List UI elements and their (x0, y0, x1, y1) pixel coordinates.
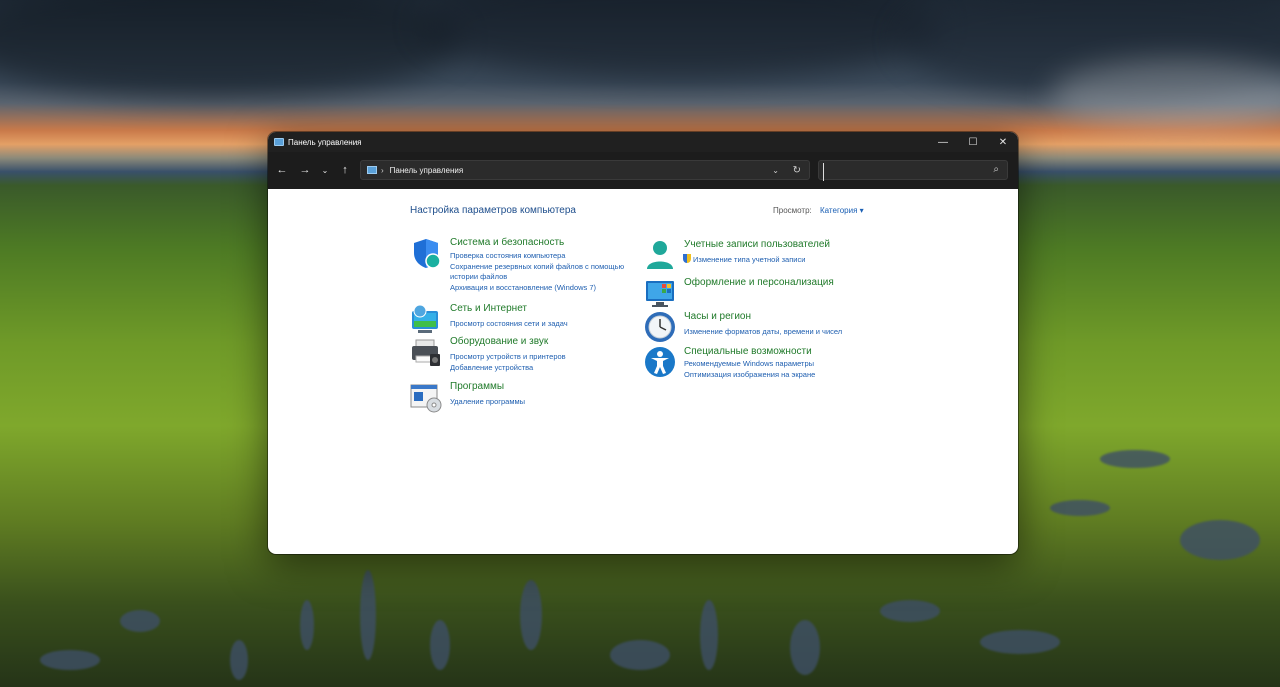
category-link[interactable]: Рекомендуемые Windows параметры (684, 359, 814, 368)
category-title[interactable]: Специальные возможности (684, 346, 812, 357)
breadcrumb-separator: › (381, 165, 384, 175)
title-bar[interactable]: Панель управления — ☐ ✕ (268, 132, 1018, 152)
back-arrow-icon[interactable]: ← (274, 162, 290, 178)
category-title[interactable]: Сеть и Интернет (450, 303, 527, 314)
category-link[interactable]: истории файлов (450, 272, 507, 281)
printer-icon (412, 339, 440, 366)
control-panel-icon (367, 166, 377, 174)
search-input[interactable] (823, 162, 992, 181)
refresh-icon[interactable]: ↻ (793, 165, 801, 176)
search-icon[interactable]: ⌕ (993, 164, 999, 175)
minimize-button[interactable]: — (928, 132, 958, 152)
navigation-toolbar: ← → ⌄ ↑ › Панель управления ⌄ ↻ ⌕ (268, 152, 1018, 189)
category-link[interactable]: Изменение форматов даты, времени и чисел (684, 327, 842, 336)
category-link[interactable]: Архивация и восстановление (Windows 7) (450, 283, 596, 292)
control-panel-icon (274, 138, 284, 146)
category-link[interactable]: Сохранение резервных копий файлов с помо… (450, 262, 624, 271)
network-globe-icon (412, 304, 438, 333)
category-title[interactable]: Оборудование и звук (450, 336, 548, 347)
category-link-text: Изменение типа учетной записи (693, 255, 806, 264)
category-title[interactable]: Программы (450, 381, 504, 392)
category-link[interactable]: Добавление устройства (450, 363, 533, 372)
maximize-button[interactable]: ☐ (958, 132, 988, 152)
category-link[interactable]: Проверка состояния компьютера (450, 251, 565, 260)
view-by-dropdown[interactable]: Категория ▾ (820, 206, 864, 215)
forward-arrow-icon[interactable]: → (297, 162, 313, 178)
view-by: Просмотр: Категория ▾ (773, 206, 864, 215)
programs-disc-icon (410, 384, 442, 413)
recent-locations-chevron-icon[interactable]: ⌄ (317, 162, 333, 178)
category-title[interactable]: Часы и регион (684, 311, 751, 322)
shield-icon (414, 239, 441, 269)
search-box[interactable]: ⌕ (818, 160, 1008, 181)
category-link-with-shield[interactable]: Изменение типа учетной записи (683, 254, 805, 264)
personalization-monitor-icon (646, 281, 674, 307)
content-area: Настройка параметров компьютера Просмотр… (268, 189, 1018, 554)
address-bar[interactable]: › Панель управления ⌄ ↻ (360, 160, 810, 180)
category-title[interactable]: Учетные записи пользователей (684, 239, 830, 250)
uac-shield-icon (683, 254, 691, 263)
page-heading: Настройка параметров компьютера (410, 205, 576, 216)
user-accounts-icon (647, 241, 673, 269)
clock-globe-icon (645, 312, 675, 342)
category-link[interactable]: Просмотр состояния сети и задач (450, 319, 568, 328)
window-title: Панель управления (288, 137, 362, 147)
breadcrumb-control-panel[interactable]: Панель управления (390, 166, 464, 175)
address-dropdown-icon[interactable]: ⌄ (772, 166, 779, 175)
category-title[interactable]: Система и безопасность (450, 237, 564, 248)
control-panel-window: Панель управления — ☐ ✕ ← → ⌄ ↑ › Панель… (268, 132, 1018, 554)
category-title[interactable]: Оформление и персонализация (684, 277, 834, 288)
accessibility-icon (645, 347, 675, 377)
category-link[interactable]: Удаление программы (450, 397, 525, 406)
category-link[interactable]: Оптимизация изображения на экране (684, 370, 815, 379)
category-link[interactable]: Просмотр устройств и принтеров (450, 352, 566, 361)
view-by-label: Просмотр: (773, 206, 812, 215)
close-button[interactable]: ✕ (988, 132, 1018, 152)
up-arrow-icon[interactable]: ↑ (337, 162, 353, 178)
